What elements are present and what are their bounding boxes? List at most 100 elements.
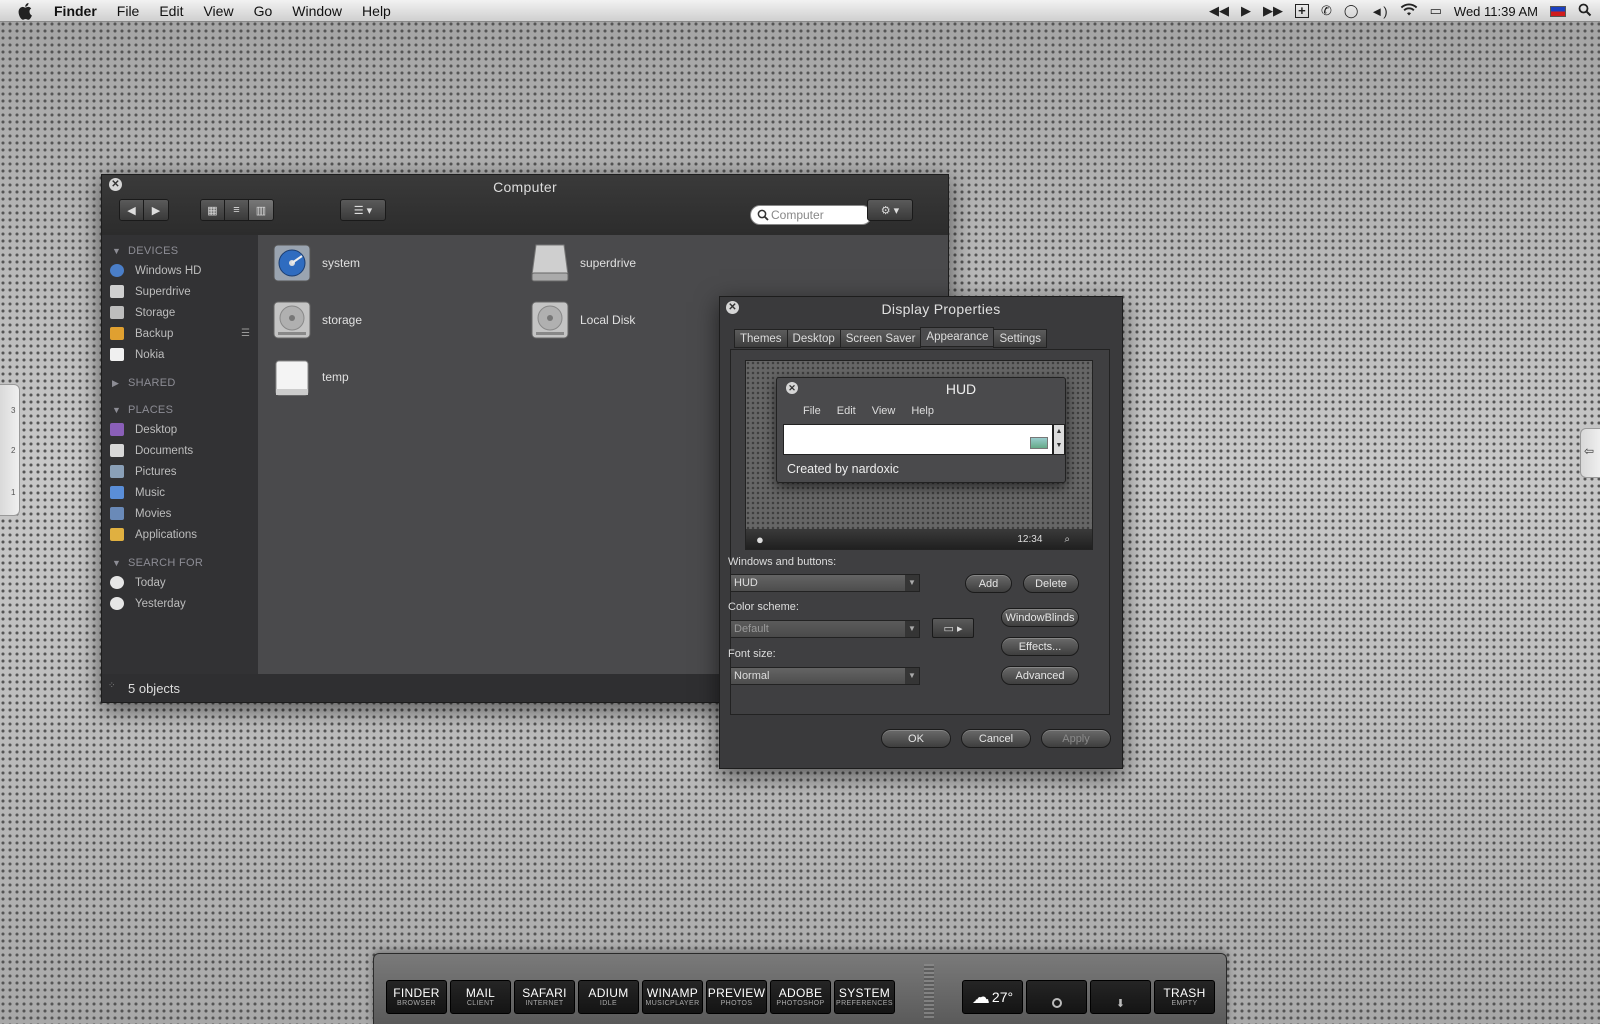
flag-icon[interactable] [1550,5,1566,17]
tab-settings[interactable]: Settings [993,329,1048,348]
menu-clock[interactable]: Wed 11:39 AM [1454,4,1538,19]
list-view-button[interactable]: ≡ [225,200,249,220]
edge-tab-2[interactable]: 2 [11,446,15,455]
color-scheme-select[interactable]: Default ▼ [730,620,920,638]
sidebar-item-music[interactable]: Music [102,482,258,503]
dock-item-mail[interactable]: MAIL CLIENT [450,980,511,1014]
add-button[interactable]: Add [965,574,1012,593]
sidebar-header-places[interactable]: ▼ PLACES [102,398,258,419]
edge-tab-3[interactable]: 3 [11,406,15,415]
dock-item-volume[interactable] [1026,980,1087,1014]
menu-file[interactable]: File [117,3,140,19]
sidebar-item-documents[interactable]: Documents [102,440,258,461]
next-track-icon[interactable]: ▶▶ [1263,3,1283,19]
edge-tab-1[interactable]: 1 [11,488,15,497]
dock-item-downloads[interactable]: ⬇ [1090,980,1151,1014]
font-size-select[interactable]: Normal ▼ [730,667,920,685]
eject-icon[interactable]: ☰ [241,328,250,339]
effects-button[interactable]: Effects... [1001,637,1079,656]
sidebar-item-desktop[interactable]: Desktop [102,419,258,440]
sidebar-item-applications[interactable]: Applications [102,524,258,545]
preview-menu-file: File [803,405,821,417]
sidebar-header-shared[interactable]: ▶ SHARED [102,371,258,392]
dock-item-adium[interactable]: ADIUM IDLE [578,980,639,1014]
menu-go[interactable]: Go [254,3,273,19]
icon-view-button[interactable]: ▦ [201,200,225,220]
ok-button[interactable]: OK [881,729,951,748]
clock-icon [110,576,124,589]
sidebar-item-yesterday[interactable]: Yesterday [102,593,258,614]
apply-button[interactable]: Apply [1041,729,1111,748]
dock-arrow-icon[interactable]: ⇦ [1584,444,1594,458]
left-edge-panel[interactable] [0,384,20,516]
dock-item-safari[interactable]: SAFARI INTERNET [514,980,575,1014]
previous-track-icon[interactable]: ◀◀ [1209,3,1229,19]
file-item[interactable]: system [272,241,512,285]
volume-icon[interactable]: ◄) [1370,4,1387,19]
menu-view[interactable]: View [203,3,233,19]
dock-item-winamp[interactable]: WINAMP MUSICPLAYER [642,980,703,1014]
chat-icon[interactable]: ◯ [1344,3,1359,19]
sidebar-item-pictures[interactable]: Pictures [102,461,258,482]
view-mode-buttons: ▦ ≡ ▥ [200,199,274,221]
finder-toolbar: ✕ Computer ◀ ▶ ▦ ≡ ▥ ☰ ▾ ⚙ ▾ [102,175,948,235]
sidebar-item-nokia[interactable]: Nokia [102,344,258,365]
menu-extras: ◀◀ ▶ ▶▶ + ✆ ◯ ◄) ▭ Wed 11:39 AM [1209,0,1592,22]
clock-icon [110,597,124,610]
tab-desktop[interactable]: Desktop [786,329,841,348]
wifi-icon[interactable] [1400,2,1418,20]
back-button[interactable]: ◀ [120,200,144,220]
tab-bar: Themes Desktop Screen Saver Appearance S… [734,327,1048,349]
phone-icon[interactable]: ✆ [1321,3,1332,19]
menu-window[interactable]: Window [292,3,342,19]
tab-screen-saver[interactable]: Screen Saver [839,329,922,348]
column-view-button[interactable]: ▥ [249,200,273,220]
sidebar-item-today[interactable]: Today [102,572,258,593]
preview-text-field [783,424,1053,455]
sidebar-item-superdrive[interactable]: Superdrive [102,281,258,302]
color-picker-button[interactable]: ▭ ▸ [932,618,974,638]
dock-item-finder[interactable]: FINDER BROWSER [386,980,447,1014]
delete-button[interactable]: Delete [1023,574,1079,593]
add-icon[interactable]: + [1294,4,1309,18]
windows-buttons-select[interactable]: HUD ▼ [730,574,920,592]
arrange-button[interactable]: ☰ ▾ [340,199,386,221]
tab-appearance[interactable]: Appearance [920,327,995,347]
music-icon [110,486,124,499]
tab-themes[interactable]: Themes [734,329,788,348]
preview-scrollbar: ▲ ▼ [1053,424,1065,455]
sidebar-item-storage[interactable]: Storage [102,302,258,323]
search-field[interactable] [750,205,872,225]
sidebar-header-search[interactable]: ▼ SEARCH FOR [102,551,258,572]
resize-grip-icon[interactable]: ⁘ [108,680,116,691]
windowblinds-button[interactable]: WindowBlinds [1001,608,1079,627]
menu-edit[interactable]: Edit [159,3,183,19]
dock-item-preview[interactable]: PREVIEW PHOTOS [706,980,767,1014]
menu-app-name[interactable]: Finder [54,3,97,19]
menu-help[interactable]: Help [362,3,391,19]
sidebar-header-devices[interactable]: ▼ DEVICES [102,239,258,260]
play-icon[interactable]: ▶ [1241,3,1251,19]
color-scheme-label: Color scheme: [728,601,799,613]
sidebar-item-windows-hd[interactable]: Windows HD [102,260,258,281]
file-item[interactable]: temp [272,355,512,399]
cancel-button[interactable]: Cancel [961,729,1031,748]
chevron-down-icon: ▼ [905,621,919,637]
spotlight-icon[interactable] [1578,3,1592,20]
sidebar-item-movies[interactable]: Movies [102,503,258,524]
dock-item-trash[interactable]: TRASH EMPTY [1154,980,1215,1014]
advanced-button[interactable]: Advanced [1001,666,1079,685]
theme-preview: ✕ HUD File Edit View Help ▲ ▼ Created by … [745,360,1093,550]
action-button[interactable]: ⚙ ▾ [867,199,913,221]
dock-item-weather[interactable]: ☁ 27° [962,980,1023,1014]
file-item[interactable]: superdrive [530,241,770,285]
dock-item-system-preferences[interactable]: SYSTEM PREFERENCES [834,980,895,1014]
forward-button[interactable]: ▶ [144,200,168,220]
search-input[interactable] [771,208,863,222]
preview-status-text: Created by nardoxic [787,462,899,476]
apple-menu-icon[interactable] [18,2,38,20]
display-icon[interactable]: ▭ [1430,3,1442,19]
sidebar-item-backup[interactable]: Backup ☰ [102,323,258,344]
dock-item-photoshop[interactable]: ADOBE PHOTOSHOP [770,980,831,1014]
file-item[interactable]: storage [272,298,512,342]
